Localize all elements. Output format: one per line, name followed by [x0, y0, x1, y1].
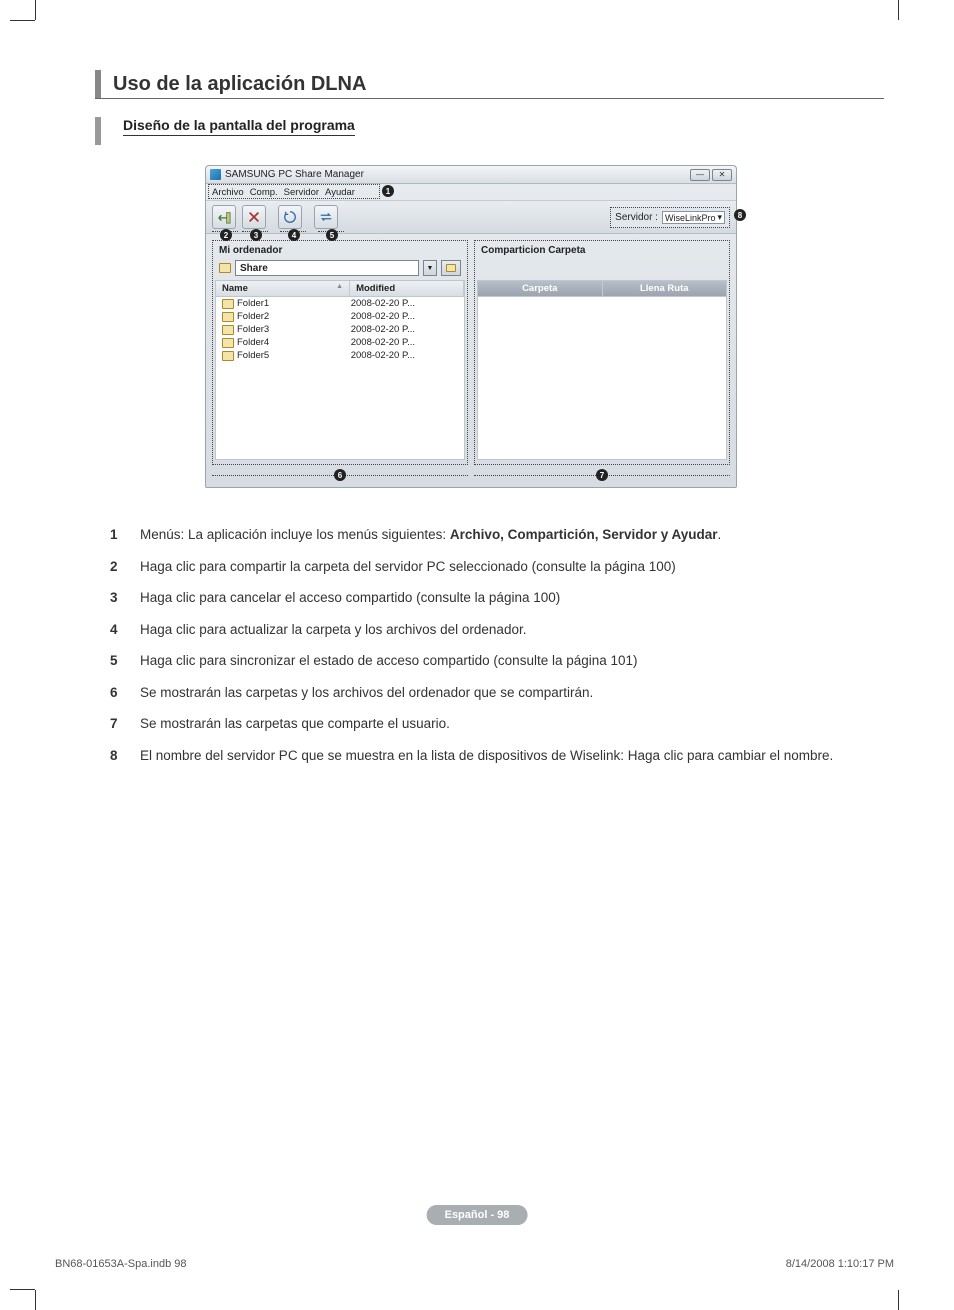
menu-servidor[interactable]: Servidor [284, 187, 319, 198]
server-label: Servidor : [615, 212, 658, 223]
refresh-button[interactable] [278, 205, 302, 229]
right-share-list[interactable]: Carpeta Llena Ruta [477, 280, 727, 460]
folder-icon [219, 263, 231, 273]
legend-num: 6 [110, 683, 140, 703]
up-folder-button[interactable] [441, 260, 461, 276]
legend-num: 5 [110, 651, 140, 671]
left-file-list[interactable]: Name Modified Folder12008-02-20 P... Fol… [215, 280, 465, 460]
col-carpeta[interactable]: Carpeta [478, 281, 603, 296]
subtitle: Diseño de la pantalla del programa [123, 117, 355, 136]
legend-num: 7 [110, 714, 140, 734]
unshare-button[interactable] [242, 205, 266, 229]
legend-num: 4 [110, 620, 140, 640]
legend-num: 1 [110, 525, 140, 545]
folder-icon [222, 338, 234, 348]
menu-archivo[interactable]: Archivo [212, 187, 244, 198]
path-combo-arrow[interactable]: ▼ [423, 260, 437, 276]
window-title: SAMSUNG PC Share Manager [225, 169, 364, 180]
callout-3: 3 [250, 229, 262, 241]
close-button[interactable]: ✕ [712, 169, 732, 181]
callout-2: 2 [220, 229, 232, 241]
path-combo[interactable]: Share [235, 260, 419, 276]
footer: BN68-01653A-Spa.indb 98 8/14/2008 1:10:1… [55, 1258, 894, 1270]
sync-button[interactable] [314, 205, 338, 229]
legend-text-8: El nombre del servidor PC que se muestra… [140, 746, 869, 766]
legend-num: 2 [110, 557, 140, 577]
subtitle-accent-bar [95, 117, 101, 145]
col-llena-ruta[interactable]: Llena Ruta [603, 281, 727, 296]
legend-text-7: Se mostrarán las carpetas que comparte e… [140, 714, 869, 734]
footer-right: 8/14/2008 1:10:17 PM [786, 1258, 894, 1270]
left-pane-title: Mi ordenador [215, 243, 465, 258]
legend-num: 3 [110, 588, 140, 608]
legend-text-6: Se mostrarán las carpetas y los archivos… [140, 683, 869, 703]
legend: 1Menús: La aplicación incluye los menús … [110, 525, 869, 778]
callout-1: 1 [382, 185, 394, 197]
menubar: Archivo Comp. Servidor Ayudar 1 [206, 184, 736, 200]
legend-text-5: Haga clic para sincronizar el estado de … [140, 651, 869, 671]
toolbar: 2 3 4 5 Servidor : WiseLinkPro▾ 8 [206, 200, 736, 234]
titlebar: SAMSUNG PC Share Manager — ✕ [206, 166, 736, 184]
legend-text-1: Menús: La aplicación incluye los menús s… [140, 525, 869, 545]
app-screenshot: SAMSUNG PC Share Manager — ✕ Archivo Com… [205, 165, 737, 488]
legend-text-4: Haga clic para actualizar la carpeta y l… [140, 620, 869, 640]
server-combo-wrap: Servidor : WiseLinkPro▾ [610, 207, 730, 228]
legend-text-2: Haga clic para compartir la carpeta del … [140, 557, 869, 577]
legend-text-3: Haga clic para cancelar el acceso compar… [140, 588, 869, 608]
page-title: Uso de la aplicación DLNA [113, 70, 366, 98]
right-pane-title: Comparticion Carpeta [477, 243, 727, 258]
page-badge: Español - 98 [427, 1205, 528, 1225]
list-item[interactable]: Folder42008-02-20 P... [216, 336, 464, 349]
menu-comp[interactable]: Comp. [250, 187, 278, 198]
callout-7: 7 [596, 469, 608, 481]
share-button[interactable] [212, 205, 236, 229]
callout-8: 8 [734, 209, 746, 221]
legend-num: 8 [110, 746, 140, 766]
title-row: Uso de la aplicación DLNA [95, 70, 884, 99]
app-logo-icon [210, 169, 221, 180]
folder-icon [222, 299, 234, 309]
subtitle-row: Diseño de la pantalla del programa [95, 117, 884, 145]
list-item[interactable]: Folder32008-02-20 P... [216, 323, 464, 336]
list-item[interactable]: Folder22008-02-20 P... [216, 310, 464, 323]
callout-4: 4 [288, 229, 300, 241]
menu-ayudar[interactable]: Ayudar [325, 187, 355, 198]
callout-5: 5 [326, 229, 338, 241]
title-accent-bar [95, 70, 101, 98]
list-item[interactable]: Folder52008-02-20 P... [216, 349, 464, 362]
col-modified[interactable]: Modified [350, 281, 464, 296]
minimize-button[interactable]: — [690, 169, 710, 181]
col-name[interactable]: Name [216, 281, 350, 296]
server-dropdown[interactable]: WiseLinkPro▾ [662, 211, 725, 224]
footer-left: BN68-01653A-Spa.indb 98 [55, 1258, 186, 1270]
folder-icon [222, 351, 234, 361]
folder-icon [222, 325, 234, 335]
folder-icon [222, 312, 234, 322]
callout-6: 6 [334, 469, 346, 481]
list-item[interactable]: Folder12008-02-20 P... [216, 297, 464, 310]
